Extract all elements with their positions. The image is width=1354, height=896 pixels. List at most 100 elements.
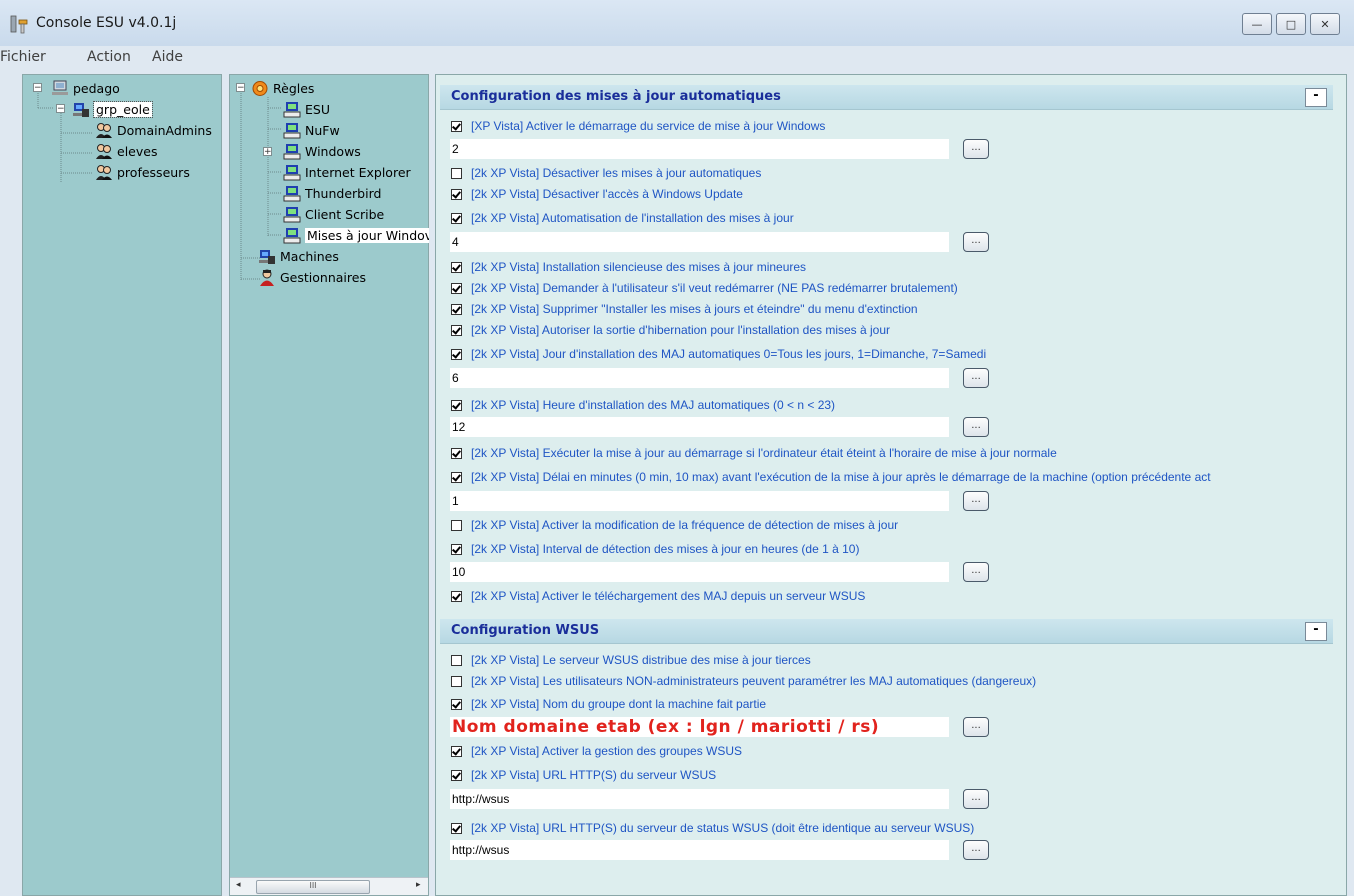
- tree-node-windows[interactable]: Windows: [283, 141, 361, 161]
- menu-fichier[interactable]: Fichier: [0, 49, 46, 65]
- setting-row[interactable]: [2k XP Vista] Le serveur WSUS distribue …: [451, 651, 811, 669]
- minimize-button[interactable]: —: [1242, 13, 1272, 35]
- setting-row[interactable]: [2k XP Vista] Autoriser la sortie d'hibe…: [451, 321, 890, 339]
- setting-value-field[interactable]: 12: [450, 417, 949, 437]
- browse-button[interactable]: ...: [963, 562, 989, 582]
- browse-button[interactable]: ...: [963, 789, 989, 809]
- tree-node-grp-eole[interactable]: grp_eole: [72, 99, 153, 119]
- setting-value-field[interactable]: 1: [450, 491, 949, 511]
- setting-row[interactable]: [2k XP Vista] Désactiver l'accès à Windo…: [451, 185, 743, 203]
- checkbox[interactable]: [451, 447, 462, 459]
- horizontal-scrollbar[interactable]: ◂ III ▸: [230, 877, 428, 895]
- scroll-right-arrow-icon[interactable]: ▸: [416, 880, 421, 890]
- checkbox[interactable]: [451, 303, 462, 315]
- section-title: Configuration des mises à jour automatiq…: [451, 89, 781, 104]
- scroll-thumb[interactable]: III: [256, 880, 370, 894]
- setting-row[interactable]: [XP Vista] Activer le démarrage du servi…: [451, 117, 825, 135]
- tree-node-pedago[interactable]: pedago: [51, 78, 120, 98]
- checkbox[interactable]: [451, 399, 462, 411]
- setting-row[interactable]: [2k XP Vista] Demander à l'utilisateur s…: [451, 279, 958, 297]
- setting-row[interactable]: [2k XP Vista] Jour d'installation des MA…: [451, 345, 986, 363]
- setting-row[interactable]: [2k XP Vista] Délai en minutes (0 min, 1…: [451, 468, 1344, 486]
- tree-node-thunderbird[interactable]: Thunderbird: [283, 183, 381, 203]
- browse-button[interactable]: ...: [963, 717, 989, 737]
- browse-button[interactable]: ...: [963, 491, 989, 511]
- tree-node-regles[interactable]: Règles: [251, 78, 314, 98]
- setting-row[interactable]: [2k XP Vista] Interval de détection des …: [451, 540, 859, 558]
- checkbox[interactable]: [451, 167, 462, 179]
- expander-grp-eole[interactable]: −: [56, 104, 65, 114]
- tree-node-machines[interactable]: Machines: [258, 246, 339, 266]
- close-button[interactable]: ✕: [1310, 13, 1340, 35]
- checkbox[interactable]: [451, 324, 462, 336]
- group-name-field[interactable]: Nom domaine etab (ex : lgn / mariotti / …: [450, 717, 949, 737]
- tree-label: ESU: [305, 101, 330, 117]
- collapse-button[interactable]: -: [1305, 88, 1327, 107]
- checkbox[interactable]: [451, 590, 462, 602]
- checkbox[interactable]: [451, 188, 462, 200]
- setting-row[interactable]: [2k XP Vista] Installation silencieuse d…: [451, 258, 806, 276]
- checkbox[interactable]: [451, 745, 462, 757]
- setting-row[interactable]: [2k XP Vista] Supprimer "Installer les m…: [451, 300, 918, 318]
- checkbox[interactable]: [451, 698, 462, 710]
- checkbox[interactable]: [451, 675, 462, 687]
- browse-button[interactable]: ...: [963, 232, 989, 252]
- tree-label: grp_eole: [93, 100, 153, 118]
- wsus-url-field[interactable]: http://wsus: [450, 789, 949, 809]
- setting-row[interactable]: [2k XP Vista] Les utilisateurs NON-admin…: [451, 672, 1036, 690]
- browse-button[interactable]: ...: [963, 368, 989, 388]
- setting-row[interactable]: [2k XP Vista] Activer la gestion des gro…: [451, 742, 742, 760]
- setting-row[interactable]: [2k XP Vista] Activer le téléchargement …: [451, 587, 865, 605]
- setting-row[interactable]: [2k XP Vista] Désactiver les mises à jou…: [451, 164, 761, 182]
- setting-row[interactable]: [2k XP Vista] URL HTTP(S) du serveur de …: [451, 819, 974, 837]
- maximize-button[interactable]: □: [1276, 13, 1306, 35]
- tree-node-internet-explorer[interactable]: Internet Explorer: [283, 162, 411, 182]
- setting-row[interactable]: [2k XP Vista] Automatisation de l'instal…: [451, 209, 794, 227]
- menu-aide[interactable]: Aide: [152, 49, 183, 65]
- setting-row[interactable]: [2k XP Vista] URL HTTP(S) du serveur WSU…: [451, 766, 716, 784]
- collapse-button[interactable]: -: [1305, 622, 1327, 641]
- expander-pedago[interactable]: −: [33, 83, 42, 93]
- setting-value-field[interactable]: 6: [450, 368, 949, 388]
- checkbox[interactable]: [451, 822, 462, 834]
- checkbox[interactable]: [451, 471, 462, 483]
- setting-value-field[interactable]: 10: [450, 562, 949, 582]
- checkbox[interactable]: [451, 212, 462, 224]
- checkbox[interactable]: [451, 120, 462, 132]
- setting-row[interactable]: [2k XP Vista] Heure d'installation des M…: [451, 396, 835, 414]
- wsus-status-url-field[interactable]: http://wsus: [450, 840, 949, 860]
- expander-windows[interactable]: +: [263, 147, 272, 157]
- tree-node-gestionnaires[interactable]: Gestionnaires: [258, 267, 366, 287]
- setting-label: [XP Vista] Activer le démarrage du servi…: [471, 119, 826, 133]
- tree-node-mises-a-jour-windows[interactable]: Mises à jour Windov: [283, 225, 429, 245]
- menu-action[interactable]: Action: [87, 49, 131, 65]
- setting-value-field[interactable]: 2: [450, 139, 949, 159]
- tree-node-eleves[interactable]: eleves: [95, 141, 157, 161]
- computer-icon: [73, 102, 89, 117]
- expander-regles[interactable]: −: [236, 83, 245, 93]
- tree-node-domainadmins[interactable]: DomainAdmins: [95, 120, 212, 140]
- browse-button[interactable]: ...: [963, 840, 989, 860]
- setting-label: [2k XP Vista] Demander à l'utilisateur s…: [471, 281, 958, 295]
- setting-value-field[interactable]: 4: [450, 232, 949, 252]
- checkbox[interactable]: [451, 543, 462, 555]
- checkbox[interactable]: [451, 769, 462, 781]
- checkbox[interactable]: [451, 654, 462, 666]
- setting-row[interactable]: [2k XP Vista] Activer la modification de…: [451, 516, 898, 534]
- tree-node-esu[interactable]: ESU: [283, 99, 330, 119]
- setting-label: [2k XP Vista] Autoriser la sortie d'hibe…: [471, 323, 891, 337]
- checkbox[interactable]: [451, 282, 462, 294]
- browse-button[interactable]: ...: [963, 417, 989, 437]
- tree-node-professeurs[interactable]: professeurs: [95, 162, 190, 182]
- scroll-left-arrow-icon[interactable]: ◂: [236, 880, 241, 890]
- tree-label: pedago: [73, 80, 120, 96]
- tree-node-nufw[interactable]: NuFw: [283, 120, 340, 140]
- tree-node-client-scribe[interactable]: Client Scribe: [283, 204, 384, 224]
- policy-computer-icon: [283, 227, 301, 243]
- setting-row[interactable]: [2k XP Vista] Nom du groupe dont la mach…: [451, 695, 766, 713]
- checkbox[interactable]: [451, 348, 462, 360]
- browse-button[interactable]: ...: [963, 139, 989, 159]
- setting-row[interactable]: [2k XP Vista] Exécuter la mise à jour au…: [451, 444, 1057, 462]
- checkbox[interactable]: [451, 519, 462, 531]
- checkbox[interactable]: [451, 261, 462, 273]
